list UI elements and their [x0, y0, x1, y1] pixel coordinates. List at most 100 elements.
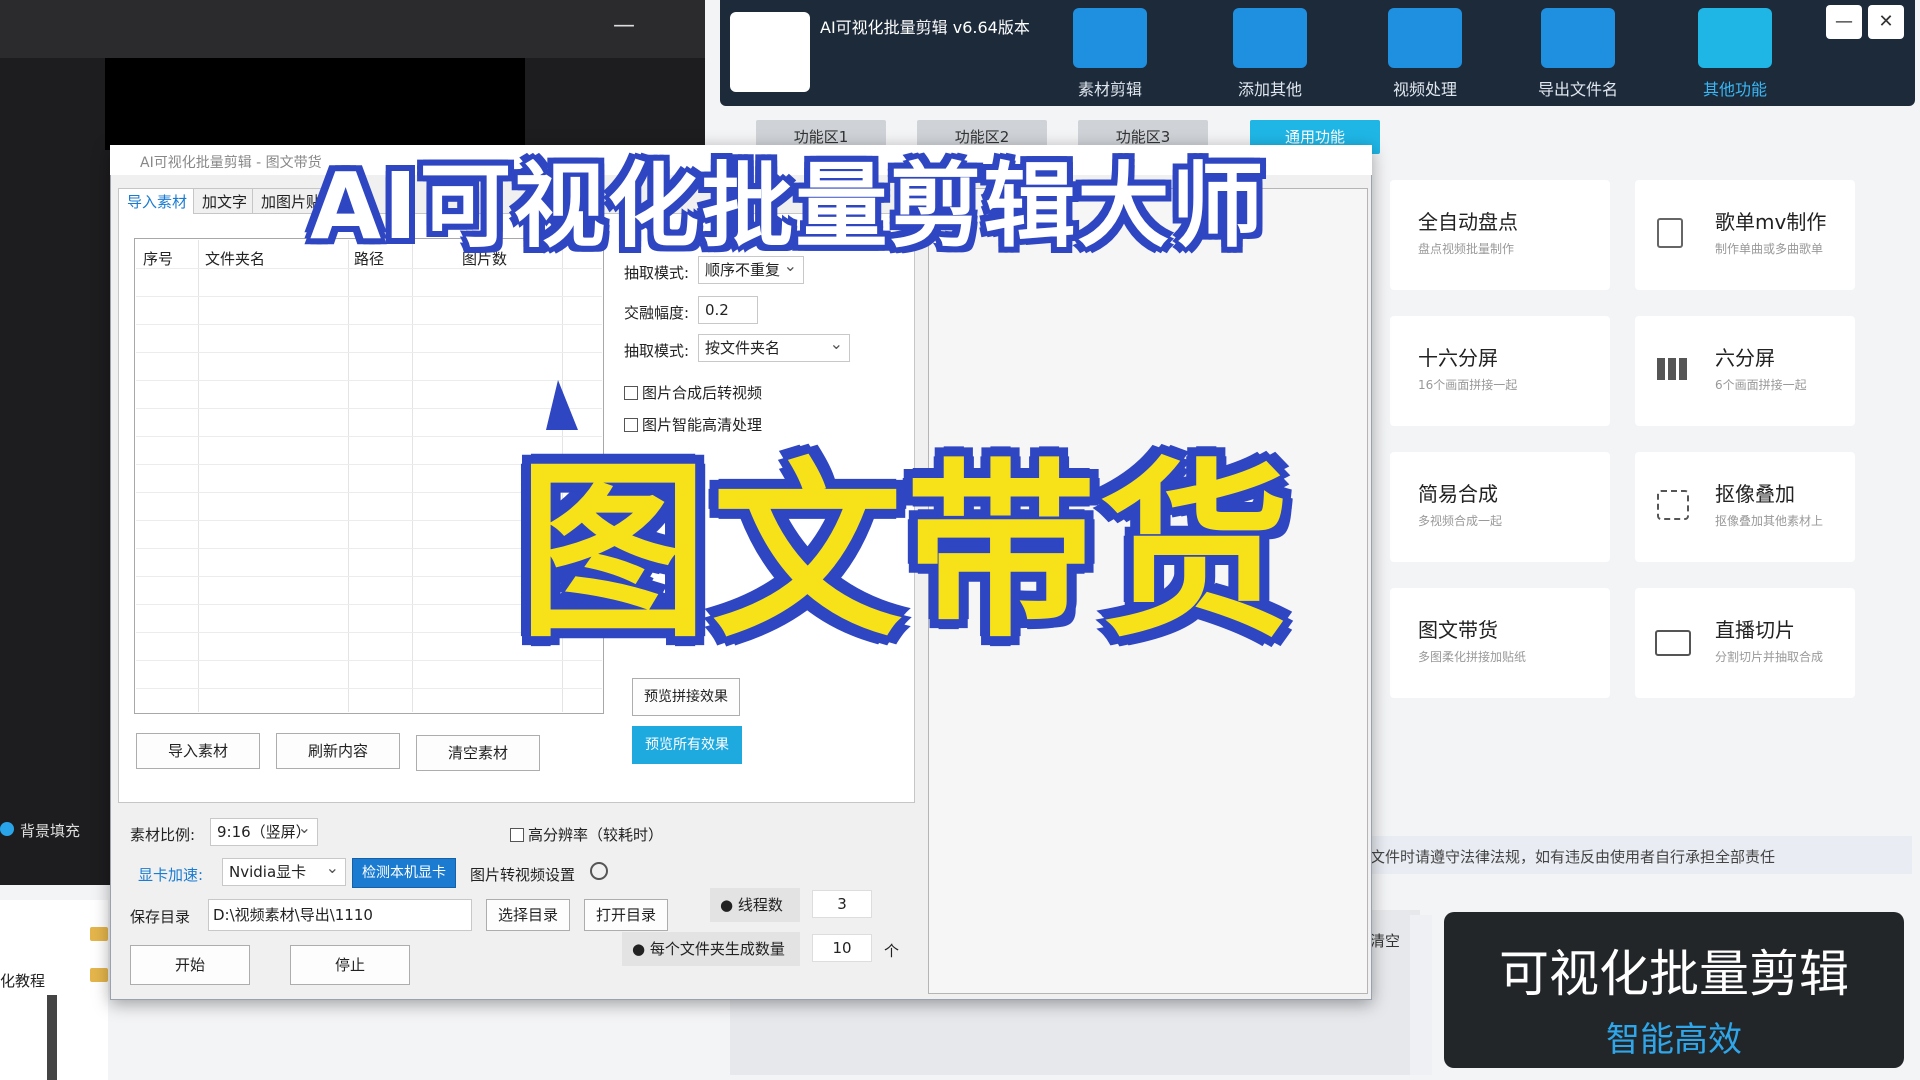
toolbar-label: 视频处理 [1392, 80, 1457, 99]
hires-checkbox-row[interactable]: 高分辨率（较耗时） [510, 824, 663, 845]
card-subtitle: 抠像叠加其他素材上 [1715, 514, 1824, 528]
stop-button[interactable]: 停止 [290, 945, 410, 985]
column-divider [348, 240, 349, 712]
row-divider [136, 688, 602, 689]
card-title: 简易合成 [1418, 482, 1498, 506]
column-divider [412, 240, 413, 712]
detect-gpu-button[interactable]: 检测本机显卡 [352, 858, 456, 888]
clear-material-button[interactable]: 清空素材 [416, 735, 540, 771]
per-folder-label: ● 每个文件夹生成数量 [622, 932, 800, 966]
extract-mode2-select[interactable]: 按文件夹名 [698, 331, 850, 362]
window-close-button[interactable]: ✕ [1868, 5, 1904, 39]
toolbar-label: 导出文件名 [1537, 80, 1618, 99]
card-playlist-mv[interactable]: 歌单mv制作 制作单曲或多曲歌单 [1635, 180, 1855, 290]
card-title: 直播切片 [1715, 618, 1795, 642]
folder-icon[interactable] [90, 968, 108, 982]
card-subtitle: 6个画面拼接一起 [1715, 378, 1807, 392]
log-scrollbar[interactable] [1410, 915, 1432, 1075]
toolbar-other-functions[interactable]: 其他功能 [1675, 8, 1795, 100]
sliders-icon [1388, 8, 1462, 68]
hires-checkbox[interactable] [510, 828, 524, 842]
card-subtitle: 多图柔化拼接加贴纸 [1418, 650, 1527, 664]
preview-all-button[interactable]: 预览所有效果 [632, 726, 742, 764]
toolbar-export-filename[interactable]: 导出文件名 [1518, 8, 1638, 100]
app-logo [730, 12, 810, 92]
background-window-titlebar [0, 0, 705, 58]
card-simple-compose[interactable]: 简易合成 多视频合成一起 [1390, 452, 1610, 562]
refresh-content-button[interactable]: 刷新内容 [276, 733, 400, 769]
export-folder-icon [1541, 8, 1615, 68]
card-title: 歌单mv制作 [1715, 210, 1827, 234]
grid-apps-icon [1698, 8, 1772, 68]
music-doc-icon [1657, 218, 1683, 248]
open-dir-button[interactable]: 打开目录 [584, 899, 668, 931]
card-title: 图文带货 [1418, 618, 1498, 642]
card-live-clip[interactable]: 直播切片 分割切片并抽取合成 [1635, 588, 1855, 698]
card-16-split[interactable]: 十六分屏 16个画面拼接一起 [1390, 316, 1610, 426]
extract-mode-label: 抽取模式: [624, 264, 690, 282]
window-minimize-button[interactable]: — [1826, 5, 1862, 39]
toolbar-material-edit[interactable]: 素材剪辑 [1050, 8, 1170, 100]
row-divider [136, 296, 602, 297]
card-subtitle: 16个画面拼接一起 [1418, 378, 1518, 392]
grid-icon [1657, 358, 1687, 380]
tutorial-label: 化教程 [0, 972, 46, 990]
threads-label: ● 线程数 [710, 888, 800, 922]
ratio-label: 素材比例: [130, 826, 196, 844]
card-subtitle: 制作单曲或多曲歌单 [1715, 242, 1824, 256]
toolbar-label: 其他功能 [1702, 80, 1767, 99]
tab-add-text[interactable]: 加文字 [193, 188, 257, 214]
card-6-split[interactable]: 六分屏 6个画面拼接一起 [1635, 316, 1855, 426]
background-minimize-button[interactable]: — [612, 14, 636, 38]
bg-fill-checkbox[interactable] [0, 822, 14, 836]
dialog-title: AI可视化批量剪辑 - 图文带货 [140, 155, 322, 171]
column-header-index: 序号 [143, 250, 174, 268]
preview-stitch-button[interactable]: 预览拼接效果 [632, 678, 740, 716]
import-material-button[interactable]: 导入素材 [136, 733, 260, 769]
overlay-main-text: 图文带货 [518, 442, 1295, 663]
clapperboard-icon [1073, 8, 1147, 68]
extract-mode2-label: 抽取模式: [624, 342, 690, 360]
notice-text: 文件时请遵守法律法规，如有违反由使用者自行承担全部责任 [1370, 848, 1776, 866]
card-image-text-sales[interactable]: 图文带货 多图柔化拼接加贴纸 [1390, 588, 1610, 698]
card-subtitle: 分割切片并抽取合成 [1715, 650, 1824, 664]
person-frame-icon [1657, 490, 1689, 520]
promo-main-text: 可视化批量剪辑 [1499, 945, 1849, 1003]
blend-stepper[interactable]: 0.2 [698, 296, 758, 324]
card-subtitle: 多视频合成一起 [1418, 514, 1503, 528]
column-header-folder: 文件夹名 [205, 250, 266, 268]
clear-log-button[interactable]: 清空 [1370, 930, 1400, 951]
card-auto-inventory[interactable]: 全自动盘点 盘点视频批量制作 [1390, 180, 1610, 290]
per-folder-input[interactable]: 10 [812, 934, 872, 962]
promo-sub-text: 智能高效 [1606, 1020, 1742, 1060]
column-divider [198, 240, 199, 712]
img2vid-settings-label[interactable]: 图片转视频设置 [470, 864, 575, 885]
hires-label: 高分辨率（较耗时） [528, 826, 664, 844]
toolbar-label: 素材剪辑 [1077, 80, 1142, 99]
row-divider [136, 352, 602, 353]
card-title: 全自动盘点 [1418, 210, 1518, 234]
folder-icon[interactable] [90, 927, 108, 941]
row-divider [136, 324, 602, 325]
save-dir-input[interactable]: D:\视频素材\导出\1110 [208, 899, 472, 931]
gear-icon[interactable] [590, 862, 608, 880]
threads-input[interactable]: 3 [812, 890, 872, 918]
toolbar-video-process[interactable]: 视频处理 [1365, 8, 1485, 100]
card-matting-overlay[interactable]: 抠像叠加 抠像叠加其他素材上 [1635, 452, 1855, 562]
toolbar-add-other[interactable]: 添加其他 [1210, 8, 1330, 100]
overlay-title: AI可视化批量剪辑大师 [310, 153, 1266, 260]
save-dir-label: 保存目录 [130, 908, 191, 926]
card-subtitle: 盘点视频批量制作 [1418, 242, 1515, 256]
row-divider [136, 380, 602, 381]
start-button[interactable]: 开始 [130, 945, 250, 985]
tab-import-material[interactable]: 导入素材 [118, 188, 197, 214]
gpu-select[interactable]: Nvidia显卡 [222, 855, 346, 886]
camera-icon [1655, 630, 1691, 656]
ratio-select[interactable]: 9:16（竖屏） [210, 815, 318, 846]
scrollbar[interactable] [47, 995, 57, 1080]
toolbar-label: 添加其他 [1237, 80, 1302, 99]
add-list-icon [1233, 8, 1307, 68]
gpu-label: 显卡加速: [138, 866, 204, 884]
choose-dir-button[interactable]: 选择目录 [486, 899, 570, 931]
card-title: 抠像叠加 [1715, 482, 1795, 506]
